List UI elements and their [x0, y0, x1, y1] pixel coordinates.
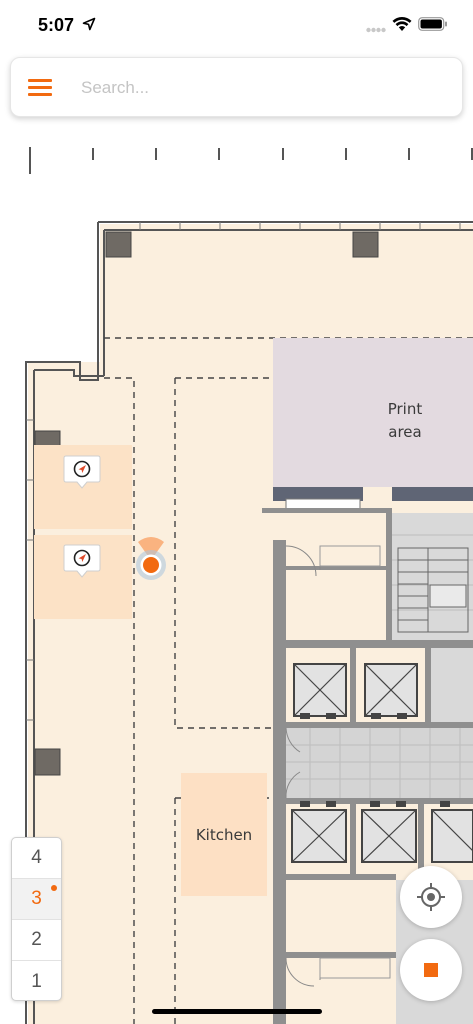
search-input[interactable]	[81, 72, 441, 104]
signal-icon	[366, 27, 386, 33]
crosshair-icon	[417, 883, 445, 911]
compass-pin-icon[interactable]	[63, 454, 101, 490]
status-bar: 5:07	[0, 0, 473, 50]
locate-me-button[interactable]	[400, 866, 462, 928]
floor-selector: 4 3 2 1	[11, 837, 62, 1001]
stop-icon	[424, 963, 438, 977]
home-indicator	[152, 1009, 322, 1014]
floor-option-4[interactable]: 4	[12, 838, 61, 879]
stop-button[interactable]	[400, 939, 462, 1001]
floor-option-3[interactable]: 3	[12, 879, 61, 920]
hamburger-menu-icon[interactable]	[28, 78, 52, 96]
room-label-kitchen: Kitchen	[195, 826, 253, 844]
floor-option-2[interactable]: 2	[12, 920, 61, 961]
compass-pin-icon[interactable]	[63, 543, 101, 579]
current-floor-indicator	[51, 885, 57, 891]
battery-icon	[418, 17, 447, 31]
wifi-icon	[392, 17, 412, 31]
search-bar	[10, 57, 463, 117]
floor-option-label: 3	[31, 888, 42, 909]
status-time: 5:07	[38, 15, 75, 35]
room-label-print-area: Print area	[387, 400, 423, 441]
location-arrow-icon	[82, 17, 96, 31]
floor-option-1[interactable]: 1	[12, 961, 61, 1000]
scale-ruler	[29, 147, 473, 174]
user-location-dot	[136, 537, 166, 580]
